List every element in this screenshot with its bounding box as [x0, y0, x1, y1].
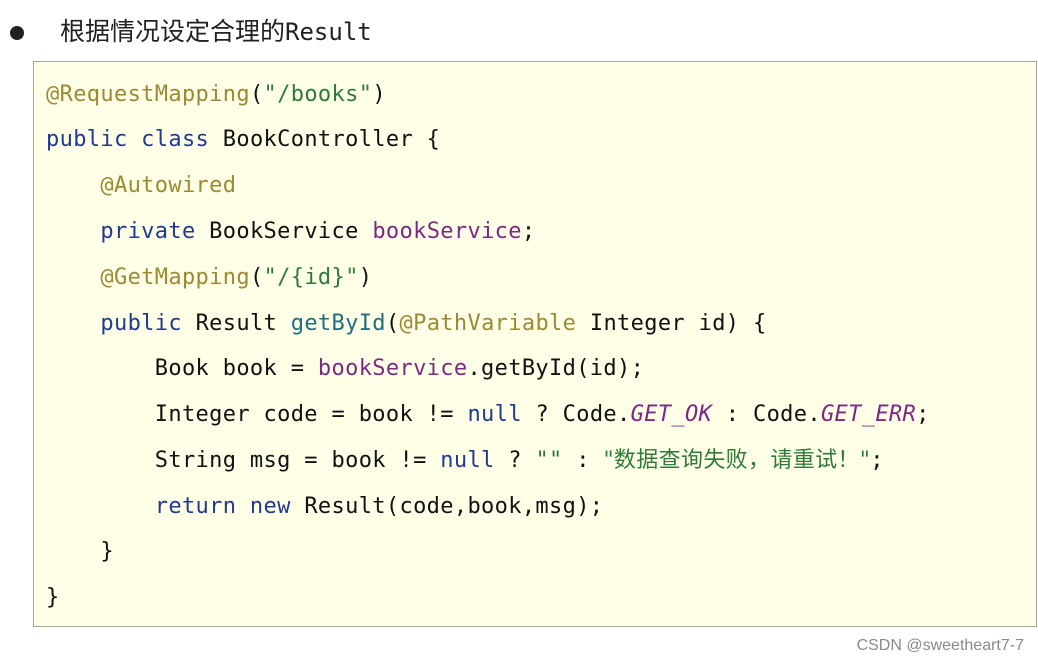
code-token: "/books"	[263, 82, 373, 107]
code-token: GET_ERR	[820, 402, 917, 427]
code-token: :	[562, 448, 604, 473]
code-token: (	[385, 311, 400, 336]
code-token: ? Code.	[521, 402, 631, 427]
code-line: public Result getById(@PathVariable Inte…	[46, 309, 767, 339]
code-line: private BookService bookService;	[46, 217, 535, 247]
code-token: @GetMapping	[100, 265, 250, 290]
code-token: getById	[290, 311, 386, 336]
code-token: Result(code,book,msg);	[290, 494, 604, 519]
code-token: Integer code = book !=	[46, 402, 468, 427]
code-token: (	[249, 82, 264, 107]
code-token: null	[467, 402, 522, 427]
code-block: @RequestMapping("/books") public class Bo…	[33, 61, 1037, 627]
code-token: )	[372, 82, 386, 107]
code-line: }	[46, 537, 114, 567]
code-token: ?	[494, 448, 536, 473]
code-token: return new	[154, 494, 291, 519]
code-token: Integer id) {	[576, 311, 767, 336]
code-token: null	[440, 448, 495, 473]
code-token: BookController {	[209, 127, 441, 152]
code-token: Book book =	[46, 356, 318, 381]
heading-code-term: Result	[285, 18, 372, 46]
code-token: bookService	[372, 219, 522, 244]
code-token: ""	[535, 448, 563, 473]
code-token: ;	[916, 402, 930, 427]
code-line: @GetMapping("/{id}")	[46, 263, 372, 293]
code-token: (	[249, 265, 264, 290]
code-token: }	[46, 539, 114, 564]
code-line: return new Result(code,book,msg);	[46, 492, 603, 522]
code-token: String msg = book !=	[46, 448, 441, 473]
code-token: @RequestMapping	[46, 82, 250, 107]
code-line: Integer code = book != null ? Code.GET_O…	[46, 400, 930, 430]
code-token: "数据查询失败，请重试！"	[603, 448, 871, 473]
code-token: private	[100, 219, 196, 244]
code-token: GET_OK	[630, 402, 713, 427]
code-token: "/{id}"	[263, 265, 359, 290]
code-line: @RequestMapping("/books")	[46, 80, 386, 110]
code-token: bookService	[317, 356, 468, 381]
code-token: public class	[46, 127, 210, 152]
code-line: Book book = bookService.getById(id);	[46, 354, 644, 384]
code-token: ;	[870, 448, 884, 473]
code-line: }	[46, 583, 60, 613]
code-token: }	[46, 585, 60, 610]
watermark: CSDN @sweetheart7-7	[856, 637, 1024, 654]
code-token: @PathVariable	[399, 311, 577, 336]
code-token: BookService	[195, 219, 373, 244]
code-line: String msg = book != null ? "" : "数据查询失败…	[46, 446, 884, 476]
heading-text: 根据情况设定合理的	[60, 17, 286, 46]
code-token: ;	[521, 219, 536, 244]
code-line: public class BookController {	[46, 125, 440, 155]
bullet-dot-icon	[10, 26, 24, 40]
code-token: @Autowired	[100, 173, 237, 198]
code-token: Result	[181, 311, 291, 336]
code-token: )	[358, 265, 373, 290]
code-token: public	[100, 311, 182, 336]
code-token: .getById(id);	[467, 356, 645, 381]
code-token: : Code.	[712, 402, 821, 427]
code-line: @Autowired	[46, 171, 236, 201]
slide-heading: 根据情况设定合理的Result	[60, 12, 372, 48]
